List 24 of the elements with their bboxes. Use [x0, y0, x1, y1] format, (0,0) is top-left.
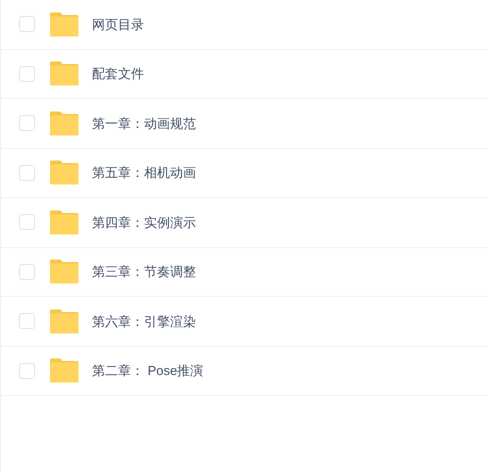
checkbox[interactable]: [19, 115, 35, 132]
folder-icon: [49, 358, 79, 384]
checkbox[interactable]: [19, 16, 35, 32]
folder-name[interactable]: 第四章：实例演示: [92, 212, 196, 232]
folder-icon: [49, 110, 79, 136]
folder-name[interactable]: 网页目录: [92, 14, 144, 34]
folder-icon: [49, 259, 79, 284]
checkbox[interactable]: [19, 264, 35, 280]
folder-icon: [49, 12, 79, 37]
folder-icon: [49, 308, 79, 334]
folder-name[interactable]: 第五章：相机动画: [92, 163, 196, 182]
folder-icon: [49, 61, 79, 86]
folder-icon: [49, 210, 79, 235]
folder-name[interactable]: 配套文件: [92, 64, 144, 84]
folder-name[interactable]: 第二章： Pose推演: [92, 361, 204, 380]
checkbox[interactable]: [19, 214, 35, 230]
folder-icon: [49, 160, 79, 186]
checkbox[interactable]: [19, 164, 35, 181]
folder-name[interactable]: 第六章：引擎渲染: [92, 312, 196, 331]
checkbox[interactable]: [19, 313, 35, 330]
checkbox[interactable]: [19, 66, 35, 82]
folder-name[interactable]: 第一章：动画规范: [92, 114, 196, 133]
folder-name[interactable]: 第三章：节奏调整: [92, 262, 196, 282]
checkbox[interactable]: [19, 362, 35, 379]
